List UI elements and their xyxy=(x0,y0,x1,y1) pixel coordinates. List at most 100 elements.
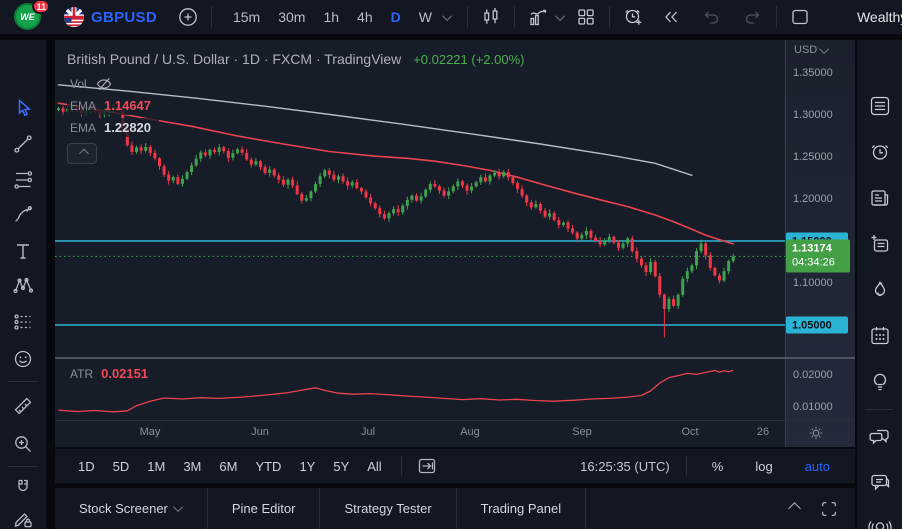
expand-panel-chevron[interactable] xyxy=(788,502,801,515)
tab-trading-panel[interactable]: Trading Panel xyxy=(457,488,587,529)
price-axis-currency-dropdown[interactable]: USD xyxy=(794,43,830,56)
layout-grid-button[interactable] xyxy=(571,3,601,31)
price-tick: 1.30000 xyxy=(793,109,833,121)
drawing-mode-lock-icon[interactable] xyxy=(11,507,35,529)
text-notes-icon[interactable] xyxy=(868,232,892,256)
interval-4h[interactable]: 4h xyxy=(350,5,380,29)
last-price-badge: 1.13174 04:34:26 xyxy=(786,239,850,273)
streams-icon[interactable] xyxy=(868,516,892,529)
toolbar-divider xyxy=(210,6,212,28)
undo-button[interactable] xyxy=(696,3,726,31)
time-axis-label: Sep xyxy=(572,426,592,438)
symbol-search-button[interactable]: GBPUSD xyxy=(64,7,157,27)
chart-legend-title[interactable]: British Pound / U.S. Dollar · 1D · FXCM … xyxy=(67,51,525,67)
tab-label: Pine Editor xyxy=(231,501,296,516)
toolbar-divider xyxy=(775,6,777,28)
ema-slow-legend-row[interactable]: EMA 1.22820 xyxy=(67,118,160,137)
log-scale-button[interactable]: log xyxy=(748,455,779,478)
cloud-account-button[interactable]: Wealthy Educ... xyxy=(825,6,902,28)
volume-hidden-eye-icon[interactable] xyxy=(95,75,113,93)
range-6M[interactable]: 6M xyxy=(212,455,244,478)
collapse-legend-button[interactable] xyxy=(67,143,97,164)
chart-pane[interactable]: USD 1.35000 1.30000 1.25000 1.20000 1.10000 0… xyxy=(55,40,855,447)
toolbar-divider xyxy=(8,466,38,467)
indicators-dropdown-chevron[interactable] xyxy=(553,3,571,31)
replay-button[interactable] xyxy=(656,3,686,31)
hotlists-flame-icon[interactable] xyxy=(868,278,892,302)
time-axis-label: Jul xyxy=(360,426,376,438)
top-toolbar: WE 11 GBPUSD 15m 30m 1h 4h D W Wealth xyxy=(0,0,902,34)
emoji-tool[interactable] xyxy=(11,347,35,371)
bottom-panel-tabs: Stock Screener Pine Editor Strategy Tester… xyxy=(55,488,855,529)
range-1Y[interactable]: 1Y xyxy=(292,455,322,478)
cursor-tool[interactable] xyxy=(11,96,35,120)
tab-stock-screener[interactable]: Stock Screener xyxy=(55,488,208,529)
range-1D[interactable]: 1D xyxy=(71,455,102,478)
create-alert-button[interactable] xyxy=(618,3,648,31)
tab-pine-editor[interactable]: Pine Editor xyxy=(208,488,321,529)
brush-tool[interactable] xyxy=(11,203,35,227)
interval-D[interactable]: D xyxy=(384,5,408,29)
interval-30m[interactable]: 30m xyxy=(271,5,312,29)
measure-tool[interactable] xyxy=(11,394,35,418)
forecast-tool[interactable] xyxy=(11,310,35,334)
volume-legend-row: Vol xyxy=(67,73,121,95)
text-tool[interactable] xyxy=(11,239,35,263)
xabcd-pattern-tool[interactable] xyxy=(11,274,35,298)
interval-dropdown-chevron[interactable] xyxy=(439,3,459,31)
notification-count-badge: 11 xyxy=(32,0,50,14)
pane-separator[interactable] xyxy=(55,357,855,359)
calendar-icon[interactable] xyxy=(868,324,892,348)
trend-line-tool[interactable] xyxy=(11,132,35,156)
time-axis-settings-gear-icon[interactable] xyxy=(807,424,825,447)
range-group: 1D 5D 1M 3M 6M YTD 1Y 5Y All xyxy=(69,455,391,478)
range-3M[interactable]: 3M xyxy=(176,455,208,478)
currency-label: USD xyxy=(794,44,818,56)
interval-1h[interactable]: 1h xyxy=(316,5,346,29)
range-5D[interactable]: 5D xyxy=(106,455,137,478)
time-axis-label: Jun xyxy=(251,426,269,438)
news-icon[interactable] xyxy=(868,186,892,210)
interval-group: 15m 30m 1h 4h D W xyxy=(226,5,439,29)
save-layout-button[interactable] xyxy=(785,3,815,31)
ideas-lightbulb-icon[interactable] xyxy=(868,370,892,394)
fullscreen-button[interactable] xyxy=(819,499,839,519)
redo-button[interactable] xyxy=(738,3,768,31)
bottom-toolbar: 1D 5D 1M 3M 6M YTD 1Y 5Y All 16:25:35 (UTC) % lo… xyxy=(55,447,855,483)
tab-label: Trading Panel xyxy=(480,501,562,516)
chart-style-candles-button[interactable] xyxy=(476,3,506,31)
auto-scale-button[interactable]: auto xyxy=(798,455,837,478)
interval-15m[interactable]: 15m xyxy=(226,5,267,29)
range-1M[interactable]: 1M xyxy=(140,455,172,478)
magnet-tool[interactable] xyxy=(11,476,35,500)
gbpusd-flag-icon xyxy=(64,7,84,27)
interval-W[interactable]: W xyxy=(412,5,439,29)
go-to-date-button[interactable] xyxy=(412,452,442,480)
percent-scale-button[interactable]: % xyxy=(705,455,731,478)
range-YTD[interactable]: YTD xyxy=(248,455,288,478)
public-chats-icon[interactable] xyxy=(868,424,892,448)
indicators-button[interactable] xyxy=(523,3,553,31)
user-menu-button[interactable]: WE 11 xyxy=(14,0,50,31)
time-axis[interactable] xyxy=(55,420,855,447)
atr-tick: 0.02000 xyxy=(793,369,833,381)
private-chat-icon[interactable] xyxy=(868,470,892,494)
footer-divider xyxy=(400,456,402,476)
alerts-icon[interactable] xyxy=(868,140,892,164)
compare-add-symbol-button[interactable] xyxy=(173,3,203,31)
range-All[interactable]: All xyxy=(360,455,388,478)
zoom-in-tool[interactable] xyxy=(11,432,35,456)
watchlist-icon[interactable] xyxy=(868,94,892,118)
atr-tick: 0.01000 xyxy=(793,401,833,413)
clock-utc[interactable]: 16:25:35 (UTC) xyxy=(580,459,670,474)
chart-plot[interactable] xyxy=(55,40,855,447)
tab-strategy-tester[interactable]: Strategy Tester xyxy=(320,488,457,529)
atr-legend-row[interactable]: ATR 0.02151 xyxy=(67,364,157,383)
range-5Y[interactable]: 5Y xyxy=(326,455,356,478)
fib-retracement-tool[interactable] xyxy=(11,168,35,192)
right-sidebar xyxy=(855,40,902,529)
price-tick: 1.35000 xyxy=(793,67,833,79)
tab-label: Stock Screener xyxy=(79,501,168,516)
atr-label: ATR xyxy=(70,366,94,381)
ema-fast-legend-row[interactable]: EMA 1.14647 xyxy=(67,96,160,115)
